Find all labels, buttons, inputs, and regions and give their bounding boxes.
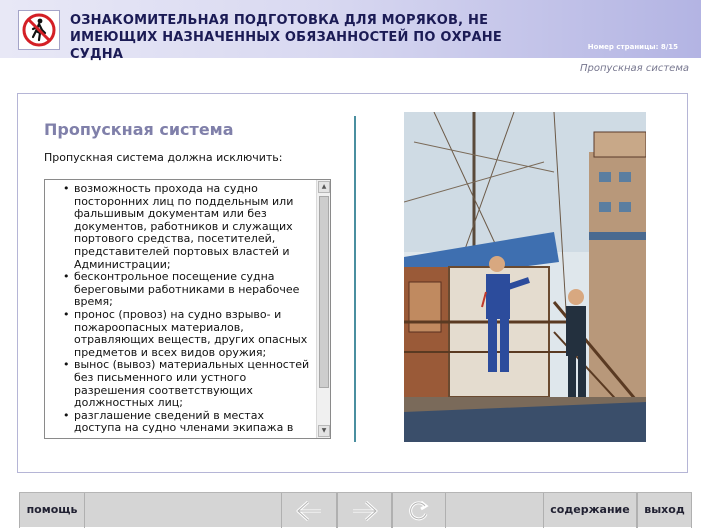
scrollbar-thumb[interactable]	[319, 196, 329, 388]
arrow-left-icon	[296, 500, 321, 521]
scrollbar[interactable]: ▲ ▼	[316, 180, 330, 438]
page-title: Пропускная система	[44, 120, 234, 139]
exit-button[interactable]: выход	[637, 493, 692, 528]
content-panel: Пропускная система Пропускная система до…	[17, 93, 688, 473]
help-button[interactable]: помощь	[19, 493, 85, 528]
navigation-bar: помощь содержание выход	[19, 492, 692, 528]
list-item: бесконтрольное посещение судна береговым…	[61, 270, 313, 309]
header-banner: ОЗНАКОМИТЕЛЬНАЯ ПОДГОТОВКА ДЛЯ МОРЯКОВ, …	[0, 0, 701, 62]
divider-line	[354, 116, 356, 442]
reload-button[interactable]	[392, 493, 446, 528]
list-item: вынос (вывоз) материальных ценностей без…	[61, 358, 313, 409]
contents-button[interactable]: содержание	[543, 493, 637, 528]
course-title: ОЗНАКОМИТЕЛЬНАЯ ПОДГОТОВКА ДЛЯ МОРЯКОВ, …	[70, 13, 502, 62]
ship-gangway-illustration	[404, 112, 646, 442]
section-caption: Пропускная система	[580, 63, 689, 74]
scrollable-text-box[interactable]: возможность прохода на судно посторонних…	[44, 179, 331, 439]
back-button[interactable]	[281, 493, 337, 528]
page-number: Номер страницы: 8/15	[587, 43, 678, 51]
no-pedestrian-sign-icon	[18, 10, 60, 50]
scroll-down-arrow-icon[interactable]: ▼	[318, 425, 330, 437]
requirements-list: возможность прохода на судно посторонних…	[61, 182, 313, 438]
scroll-up-arrow-icon[interactable]: ▲	[318, 181, 330, 193]
reload-icon	[409, 500, 429, 520]
arrow-right-icon	[352, 500, 377, 521]
intro-text: Пропускная система должна исключить:	[44, 151, 283, 164]
list-item: пронос (провоз) на судно взрыво- и пожар…	[61, 308, 313, 359]
list-item: разглашение сведений в местах доступа на…	[61, 409, 313, 438]
list-item: возможность прохода на судно посторонних…	[61, 182, 313, 271]
forward-button[interactable]	[337, 493, 392, 528]
